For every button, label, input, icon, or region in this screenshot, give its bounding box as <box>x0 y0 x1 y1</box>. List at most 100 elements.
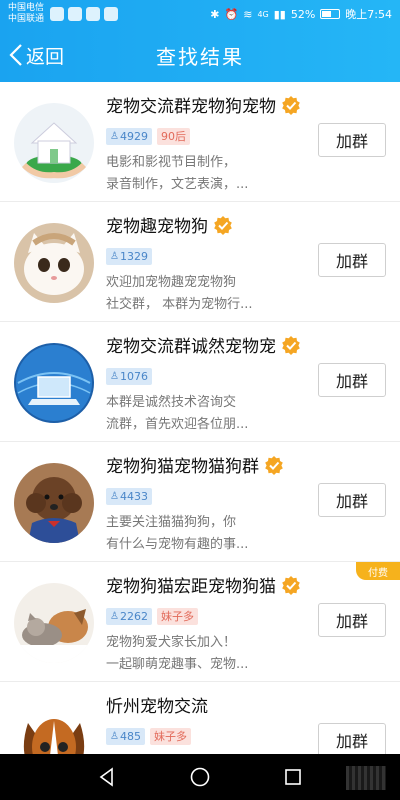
system-nav-bar <box>0 754 400 800</box>
group-name-line: 忻州宠物交流 <box>106 692 208 717</box>
app-header: 中国电信 中国联通 ✱ ⏰ ≋ 4G ▮▮ 52% 晚上7:54 返回 查找结果 <box>0 0 400 82</box>
description-line-2: 一起聊萌宠趣事、宠物... <box>106 657 249 672</box>
description-line-2: 社交群， 本群为宠物行... <box>106 297 253 312</box>
join-group-button[interactable]: 加群 <box>318 723 386 754</box>
group-name: 宠物交流群诚然宠物宠 <box>106 337 276 357</box>
group-name-line: 宠物狗猫宠物猫狗群 <box>106 452 284 477</box>
join-group-button[interactable]: 加群 <box>318 483 386 517</box>
member-count: 2262 <box>119 610 148 623</box>
join-group-button[interactable]: 加群 <box>318 123 386 157</box>
description-line-1: 电影和影视节目制作， <box>106 155 237 170</box>
member-count: 4929 <box>119 130 148 143</box>
network-type: 4G <box>257 9 269 19</box>
list-item[interactable]: 忻州宠物交流 ♙ 485 妹子多 加群 <box>0 682 400 754</box>
member-count-tag: ♙ 4433 <box>106 488 152 505</box>
member-count-tag: ♙ 1076 <box>106 368 152 385</box>
nav-back-button[interactable] <box>87 757 127 797</box>
battery-icon <box>320 9 341 19</box>
group-avatar-poodle <box>14 463 94 543</box>
group-avatar-house <box>14 103 94 183</box>
group-name-line: 宠物趣宠物狗 <box>106 212 233 237</box>
group-name: 忻州宠物交流 <box>106 697 208 717</box>
bluetooth-icon: ✱ <box>210 7 220 21</box>
status-bar: 中国电信 中国联通 ✱ ⏰ ≋ 4G ▮▮ 52% 晚上7:54 <box>0 0 400 28</box>
group-tags: ♙ 1329 <box>106 248 152 265</box>
join-group-button[interactable]: 加群 <box>318 363 386 397</box>
group-tags: ♙ 1076 <box>106 368 152 385</box>
group-name: 宠物狗猫宠物猫狗群 <box>106 457 259 477</box>
square-recents-icon <box>285 769 302 785</box>
nav-home-button[interactable] <box>180 757 220 797</box>
member-count-tag: ♙ 485 <box>106 728 145 745</box>
description-line-1: 本群是诚然技术咨询交 <box>106 395 237 410</box>
member-count: 4433 <box>119 490 148 503</box>
group-avatar-cartoon-dog <box>14 703 94 754</box>
group-name-line: 宠物交流群宠物狗宠物 <box>106 92 301 117</box>
group-name: 宠物趣宠物狗 <box>106 217 208 237</box>
nav-recents-button[interactable] <box>273 757 313 797</box>
group-tags: ♙ 4433 <box>106 488 152 505</box>
group-description: 欢迎加宠物趣宠宠物狗 社交群， 本群为宠物行... <box>106 272 286 316</box>
group-name-line: 宠物狗猫宏距宠物狗猫 <box>106 572 301 597</box>
group-avatar-cat <box>14 223 94 303</box>
person-icon: ♙ <box>110 251 119 262</box>
list-item[interactable]: 宠物交流群宠物狗宠物 ♙ 4929 90后 电影和影视节目制作， 录音制作，文艺表… <box>0 82 400 202</box>
group-result-list: 宠物交流群宠物狗宠物 ♙ 4929 90后 电影和影视节目制作， 录音制作，文艺表… <box>0 82 400 754</box>
description-line-2: 录音制作，文艺表演，... <box>106 177 249 192</box>
person-icon: ♙ <box>110 611 119 622</box>
verified-badge-icon <box>282 575 300 595</box>
group-description: 电影和影视节目制作， 录音制作，文艺表演，... <box>106 152 286 196</box>
status-right: ✱ ⏰ ≋ 4G ▮▮ 52% 晚上7:54 <box>210 6 392 22</box>
member-count-tag: ♙ 1329 <box>106 248 152 265</box>
list-item[interactable]: 宠物狗猫宠物猫狗群 ♙ 4433 主要关注猫猫狗狗，你 有什么与宠物有趣的事...… <box>0 442 400 562</box>
member-count: 1076 <box>119 370 148 383</box>
group-name: 宠物交流群宠物狗宠物 <box>106 97 276 117</box>
verified-badge-icon <box>265 455 283 475</box>
person-icon: ♙ <box>110 131 119 142</box>
app-notification-icon <box>86 7 101 21</box>
list-item[interactable]: 宠物趣宠物狗 ♙ 1329 欢迎加宠物趣宠宠物狗 社交群， 本群为宠物行... 加… <box>0 202 400 322</box>
group-tag: 90后 <box>156 128 190 145</box>
carrier-2: 中国联通 <box>8 14 45 24</box>
title-bar: 返回 查找结果 <box>0 28 400 82</box>
member-count: 485 <box>119 730 141 743</box>
battery-percent: 52% <box>290 7 316 21</box>
clock: 晚上7:54 <box>345 8 392 21</box>
group-description: 宠物狗爱犬家长加入！ 一起聊萌宠趣事、宠物... <box>106 632 286 676</box>
member-count: 1329 <box>119 250 148 263</box>
member-count-tag: ♙ 2262 <box>106 608 152 625</box>
description-line-1: 主要关注猫猫狗狗，你 <box>106 515 237 530</box>
verified-badge-icon <box>282 335 300 355</box>
app-notification-icon <box>50 7 65 21</box>
list-item[interactable]: 宠物交流群诚然宠物宠 ♙ 1076 本群是诚然技术咨询交 流群，首先欢迎各位朋..… <box>0 322 400 442</box>
pixelated-watermark <box>346 766 386 790</box>
member-count-tag: ♙ 4929 <box>106 128 152 145</box>
carrier-1: 中国电信 <box>8 3 45 13</box>
signal-icon: ▮▮ <box>273 7 286 21</box>
person-icon: ♙ <box>110 731 119 742</box>
group-description: 主要关注猫猫狗狗，你 有什么与宠物有趣的事... <box>106 512 286 556</box>
group-name: 宠物狗猫宏距宠物狗猫 <box>106 577 276 597</box>
circle-home-icon <box>190 767 210 787</box>
back-label: 返回 <box>26 45 65 68</box>
group-tags: ♙ 4929 90后 <box>106 128 190 145</box>
description-line-2: 有什么与宠物有趣的事... <box>106 537 249 552</box>
page-title: 查找结果 <box>156 44 244 69</box>
group-name-line: 宠物交流群诚然宠物宠 <box>106 332 301 357</box>
app-notification-icon <box>68 7 83 21</box>
description-line-1: 宠物狗爱犬家长加入！ <box>106 635 237 650</box>
group-tag: 妹子多 <box>149 728 191 745</box>
notification-icons <box>50 7 119 21</box>
app-notification-icon <box>104 7 119 21</box>
group-tags: ♙ 2262 妹子多 <box>106 608 198 625</box>
join-group-button[interactable]: 加群 <box>318 603 386 637</box>
group-tags: ♙ 485 妹子多 <box>106 728 191 745</box>
list-item[interactable]: 付费 宠物狗猫宏距宠物狗猫 ♙ 2262 妹子多 宠物狗爱犬家长加入！ 一起聊萌… <box>0 562 400 682</box>
verified-badge-icon <box>214 215 232 235</box>
back-button[interactable]: 返回 <box>8 38 64 72</box>
description-line-1: 欢迎加宠物趣宠宠物狗 <box>106 275 237 290</box>
group-description: 本群是诚然技术咨询交 流群，首先欢迎各位朋... <box>106 392 286 436</box>
join-group-button[interactable]: 加群 <box>318 243 386 277</box>
alarm-icon: ⏰ <box>224 7 239 21</box>
description-line-2: 流群，首先欢迎各位朋... <box>106 417 249 432</box>
